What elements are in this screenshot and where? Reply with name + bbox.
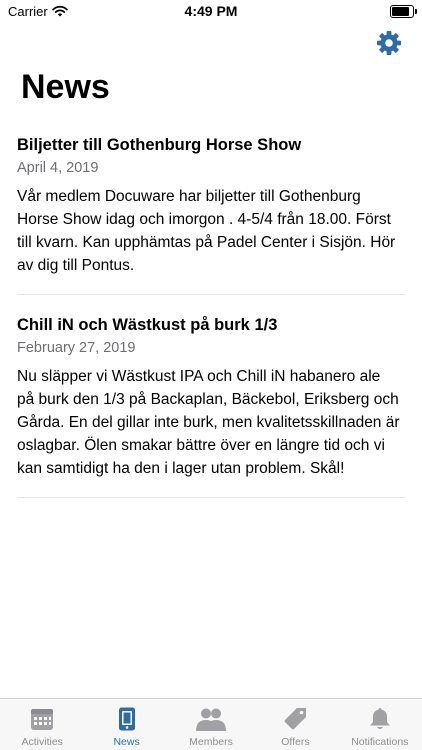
clock: 4:49 PM <box>184 3 238 19</box>
news-date: April 4, 2019 <box>17 160 99 176</box>
news-item[interactable]: Biljetter till Gothenburg Horse Show Apr… <box>17 133 405 295</box>
tab-label: Activities <box>21 736 63 748</box>
status-bar: Carrier 4:49 PM <box>0 0 422 24</box>
news-list: Biljetter till Gothenburg Horse Show Apr… <box>17 133 405 498</box>
tab-label: Members <box>189 736 233 748</box>
tab-notifications[interactable]: Notifications <box>338 699 422 750</box>
tab-members[interactable]: Members <box>169 699 253 750</box>
calendar-icon <box>31 709 54 730</box>
news-body: Nu släpper vi Wästkust IPA och Chill iN … <box>17 368 400 477</box>
news-body: Vår medlem Docuware har biljetter till G… <box>17 188 396 274</box>
tab-label: News <box>113 736 140 748</box>
battery-icon <box>390 5 417 18</box>
tab-label: Notifications <box>351 736 409 748</box>
tab-offers[interactable]: Offers <box>253 699 337 750</box>
tab-activities[interactable]: Activities <box>0 699 84 750</box>
tab-news[interactable]: News <box>84 699 168 750</box>
news-date: February 27, 2019 <box>17 340 136 356</box>
news-title: Biljetter till Gothenburg Horse Show <box>17 136 302 154</box>
news-item[interactable]: Chill iN och Wästkust på burk 1/3 Februa… <box>17 313 405 498</box>
news-icon <box>118 707 135 731</box>
tab-bar: Activities News Members Offers Notificat… <box>0 698 422 750</box>
tab-label: Offers <box>281 736 310 748</box>
gear-icon[interactable] <box>376 30 402 56</box>
tag-icon <box>284 708 307 730</box>
bell-icon <box>369 708 390 729</box>
news-title: Chill iN och Wästkust på burk 1/3 <box>17 316 278 334</box>
page-title: News <box>21 68 110 106</box>
members-icon <box>196 708 227 731</box>
